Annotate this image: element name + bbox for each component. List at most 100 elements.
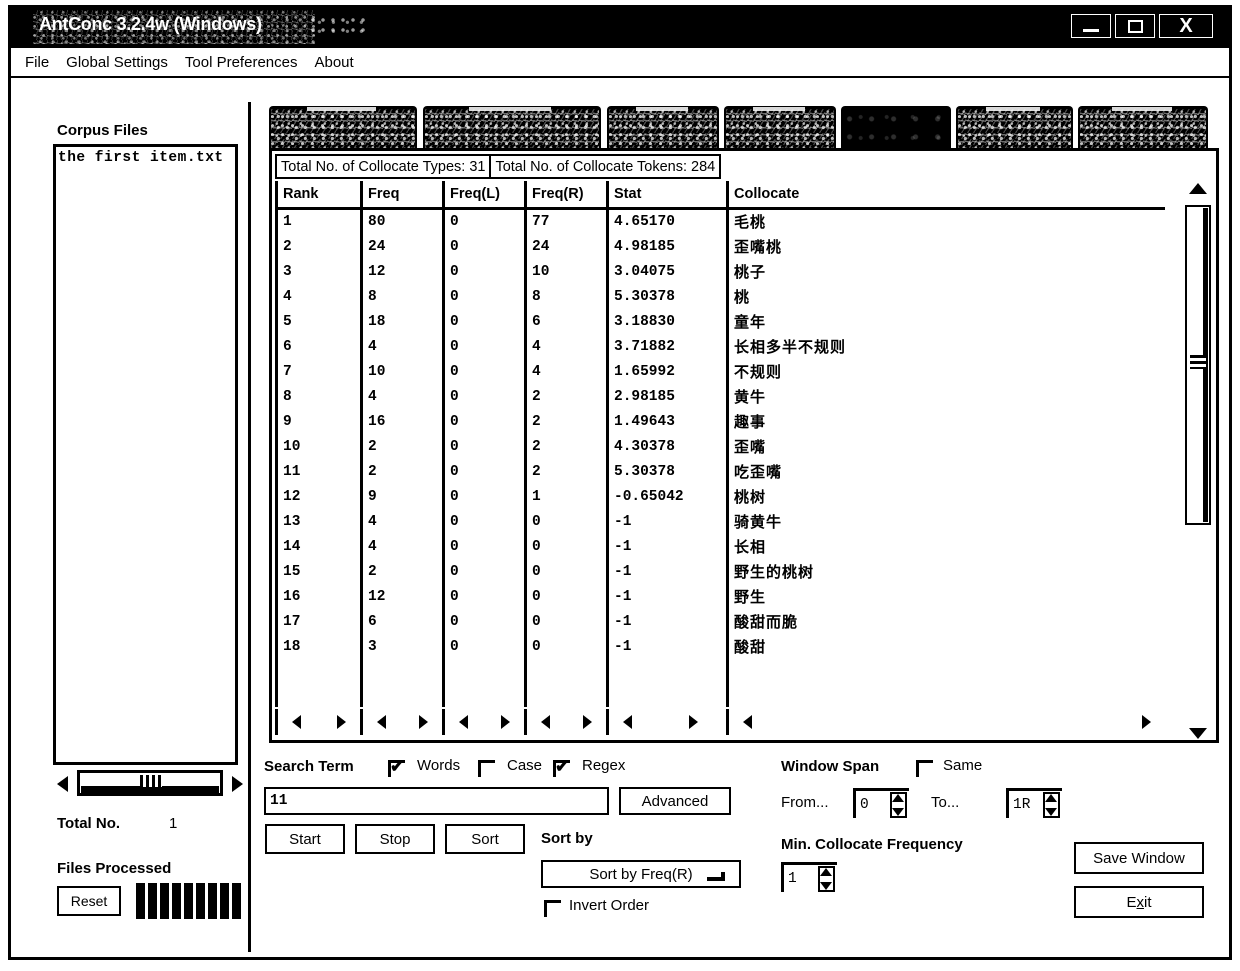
scroll-left-icon[interactable] [57, 776, 68, 792]
menu-item-about[interactable]: About [314, 54, 353, 71]
scroll-right-icon[interactable] [501, 715, 510, 729]
close-button[interactable]: X [1159, 14, 1213, 38]
scroll-left-icon[interactable] [377, 715, 386, 729]
reset-button[interactable]: Reset [57, 886, 121, 916]
tab-highlight [753, 107, 805, 111]
column-header-collocate[interactable]: Collocate [726, 181, 1165, 207]
min-collocate-frequency-stepper[interactable]: 1 [781, 862, 837, 892]
column-scrollbar-rank[interactable] [275, 709, 360, 735]
case-checkbox[interactable] [478, 760, 495, 777]
table-cell: 9 [283, 414, 292, 430]
tab-5[interactable] [956, 106, 1073, 150]
antconc-window: AntConc 3.2.4w (Windows) X File Global S… [8, 5, 1232, 960]
table-cell: 24 [532, 239, 550, 255]
table-cell: 0 [450, 314, 459, 330]
scroll-up-icon[interactable] [1189, 183, 1207, 194]
table-cell: 10 [368, 364, 386, 380]
from-stepper[interactable]: 0 [853, 788, 909, 818]
column-scrollbar-freq[interactable] [360, 709, 442, 735]
column-scrollbar-freq-r[interactable] [524, 709, 606, 735]
invert-order-checkbox[interactable] [544, 900, 561, 917]
stop-button[interactable]: Stop [355, 824, 435, 854]
scroll-left-icon[interactable] [459, 715, 468, 729]
stepper-up-icon[interactable] [820, 868, 832, 876]
same-checkbox[interactable] [916, 760, 933, 777]
table-cell: 2 [283, 239, 292, 255]
tab-3[interactable] [724, 106, 836, 150]
to-stepper[interactable]: 1R [1006, 788, 1062, 818]
column-freq-l: Freq(L) 0 0 0 0 0 0 0 0 0 0 0 0 0 0 0 0 0 0 [442, 181, 524, 739]
regex-checkbox[interactable] [553, 758, 570, 777]
table-cell: 0 [532, 639, 541, 655]
scroll-left-icon[interactable] [743, 715, 752, 729]
scroll-down-icon[interactable] [1189, 728, 1207, 739]
start-button[interactable]: Start [265, 824, 345, 854]
tab-2[interactable] [607, 106, 719, 150]
scroll-right-icon[interactable] [689, 715, 698, 729]
scroll-right-icon[interactable] [232, 776, 243, 792]
from-label: From... [781, 794, 829, 811]
tab-6[interactable] [1078, 106, 1208, 150]
corpus-files-horizontal-scrollbar[interactable] [55, 770, 245, 798]
collocate-tokens-total: Total No. of Collocate Tokens: 284 [489, 154, 722, 179]
stepper-arrows[interactable] [892, 794, 905, 816]
corpus-files-list[interactable]: the first item.txt [53, 144, 238, 765]
column-scrollbar-freq-l[interactable] [442, 709, 524, 735]
column-header-rank[interactable]: Rank [275, 181, 360, 207]
title-noise-overlay-secondary [311, 16, 371, 38]
table-cell: 歪嘴桃 [734, 238, 783, 256]
words-checkbox[interactable] [388, 758, 405, 777]
advanced-button[interactable]: Advanced [619, 787, 731, 815]
stepper-up-icon[interactable] [1045, 794, 1057, 802]
stepper-arrows[interactable] [1045, 794, 1058, 816]
table-cell: 2 [532, 439, 541, 455]
exit-button[interactable]: Ex it [1074, 886, 1204, 918]
scroll-left-icon[interactable] [292, 715, 301, 729]
scrollbar-track[interactable] [77, 770, 223, 796]
scroll-left-icon[interactable] [623, 715, 632, 729]
table-cell: 3 [283, 264, 292, 280]
table-cell: -1 [614, 639, 632, 655]
column-scrollbar-collocate[interactable] [726, 709, 1165, 735]
table-cell: 1 [283, 214, 292, 230]
results-vertical-scrollbar[interactable] [1183, 181, 1213, 740]
sort-button[interactable]: Sort [445, 824, 525, 854]
table-cell: 3.18830 [614, 314, 675, 330]
scroll-right-icon[interactable] [583, 715, 592, 729]
table-cell: 0 [532, 539, 541, 555]
save-window-button[interactable]: Save Window [1074, 842, 1204, 874]
sort-by-select[interactable]: Sort by Freq(R) [541, 860, 741, 888]
stepper-up-icon[interactable] [892, 794, 904, 802]
table-cell: 0 [532, 614, 541, 630]
scroll-right-icon[interactable] [1142, 715, 1151, 729]
stepper-down-icon[interactable] [1045, 808, 1057, 816]
menu-item-global-settings[interactable]: Global Settings [66, 54, 168, 71]
scrollbar-thumb[interactable] [81, 786, 219, 793]
scroll-left-icon[interactable] [541, 715, 550, 729]
totals-row: Total No. of Collocate Types: 31 Total N… [275, 154, 722, 179]
stepper-arrows[interactable] [820, 868, 833, 890]
tab-1[interactable] [423, 106, 601, 150]
column-header-stat[interactable]: Stat [606, 181, 726, 207]
scroll-right-icon[interactable] [337, 715, 346, 729]
scroll-right-icon[interactable] [419, 715, 428, 729]
column-freq-r: Freq(R) 77 24 10 8 6 4 4 2 2 2 2 1 0 0 0 0 0 0 [524, 181, 606, 739]
maximize-button[interactable] [1115, 14, 1155, 38]
column-header-freq-r[interactable]: Freq(R) [524, 181, 606, 207]
list-item[interactable]: the first item.txt [58, 150, 224, 166]
table-cell: 毛桃 [734, 213, 767, 231]
menu-item-tool-preferences[interactable]: Tool Preferences [185, 54, 298, 71]
tab-4-selected[interactable] [841, 106, 951, 150]
exit-label-mnemonic: x [1136, 893, 1145, 911]
scrollbar-thumb[interactable] [1185, 205, 1211, 525]
column-scrollbar-stat[interactable] [606, 709, 726, 735]
stepper-down-icon[interactable] [820, 882, 832, 890]
search-input[interactable]: 11 [264, 787, 609, 815]
menu-bar: File Global Settings Tool Preferences Ab… [11, 48, 1229, 78]
tab-0[interactable] [269, 106, 417, 150]
column-header-freq[interactable]: Freq [360, 181, 442, 207]
menu-item-file[interactable]: File [25, 54, 49, 71]
column-header-freq-l[interactable]: Freq(L) [442, 181, 524, 207]
minimize-button[interactable] [1071, 14, 1111, 38]
stepper-down-icon[interactable] [892, 808, 904, 816]
